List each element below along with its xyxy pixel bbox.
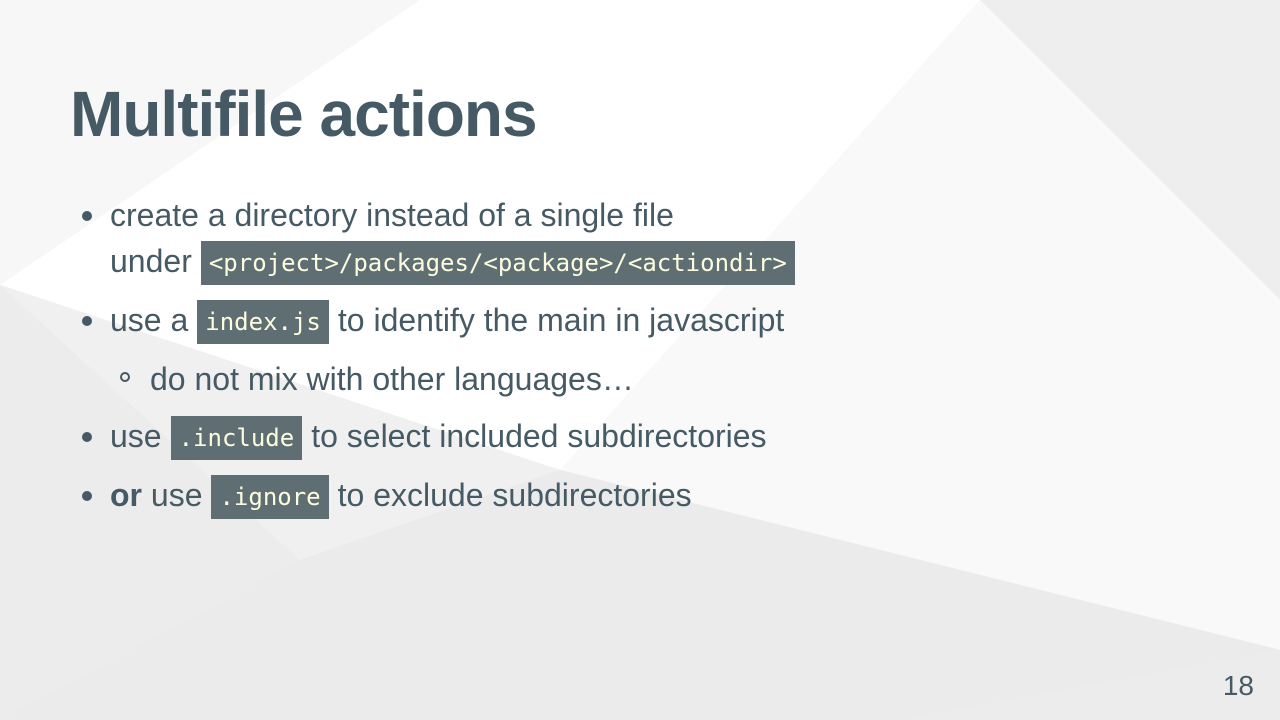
bullet-item-directory: create a directory instead of a single f…: [82, 192, 804, 286]
bullet-item-index-js: use a index.js to identify the main in jav…: [82, 297, 804, 402]
bullet-text: use: [110, 418, 162, 454]
slide-title: Multifile actions: [70, 78, 538, 150]
bullet-text: under: [110, 243, 192, 279]
bullet-item-ignore: or use .ignore to exclude subdirectories: [82, 472, 804, 520]
bullet-text: to select included subdirectories: [311, 418, 767, 454]
code-path: <project>/packages/<package>/<actiondir>: [200, 241, 795, 285]
bullet-bold-text: or: [110, 477, 142, 513]
bullet-text: use: [150, 477, 203, 513]
code-ignore: .ignore: [211, 475, 329, 519]
bullet-text: to exclude subdirectories: [337, 477, 692, 513]
sub-bullet-item: do not mix with other languages…: [120, 356, 804, 402]
sub-bullet-list: do not mix with other languages…: [120, 356, 804, 402]
bullet-line-2: under <project>/packages/<package>/<actio…: [110, 238, 804, 286]
code-include: .include: [170, 416, 303, 460]
bullet-text: create a directory instead of a single f…: [110, 197, 674, 233]
page-number: 18: [1222, 670, 1254, 701]
slide: Multifile actions create a directory ins…: [0, 0, 1280, 720]
bullet-list: create a directory instead of a single f…: [82, 192, 804, 531]
bullet-text: to identify the main in javascript: [337, 302, 785, 338]
bullet-item-include: use .include to select included subdirecto…: [82, 413, 804, 461]
bullet-text: use a: [110, 302, 189, 338]
code-index-js: index.js: [197, 300, 329, 344]
